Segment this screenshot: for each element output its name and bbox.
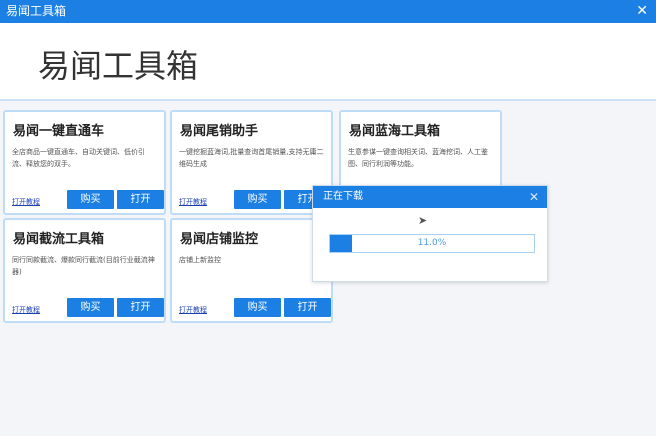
close-icon[interactable]: ✕ [529,186,539,208]
open-button[interactable]: 打开 [117,298,164,317]
open-tutorial-link[interactable]: 打开教程 [12,305,40,315]
title-bar: 易闻工具箱 ✕ [0,0,656,23]
mouse-cursor-icon: ➤ [418,214,428,227]
buy-button[interactable]: 购买 [234,298,281,317]
card-description: 生意参谋一键查询相关词、蓝海挖词、人工鉴图、同行利润等功能。 [348,148,488,168]
card-description: 同行同款截流、爆款同行截流(目前行业截流神器) [12,256,155,276]
card-title: 易闻蓝海工具箱 [349,124,441,139]
tool-card-direct-train: 易闻一键直通车 全店商品一键直通车、自动关键词、低价引流、释放您的双手。 打开教… [3,110,166,215]
card-description: 全店商品一键直通车、自动关键词、低价引流、释放您的双手。 [12,148,145,168]
open-button[interactable]: 打开 [284,298,331,317]
card-description: 店铺上新监控 [179,256,221,264]
open-tutorial-link[interactable]: 打开教程 [12,197,40,207]
buy-button[interactable]: 购买 [67,190,114,209]
buy-button[interactable]: 购买 [67,298,114,317]
card-title: 易闻店铺监控 [180,232,259,247]
header: 易闻工具箱 [0,23,656,101]
tool-card-traffic-intercept: 易闻截流工具箱 同行同款截流、爆款同行截流(目前行业截流神器) 打开教程 购买 … [3,218,166,323]
page-title: 易闻工具箱 [38,47,199,85]
close-icon[interactable]: ✕ [636,0,648,23]
open-button[interactable]: 打开 [117,190,164,209]
buy-button[interactable]: 购买 [234,190,281,209]
open-tutorial-link[interactable]: 打开教程 [179,305,207,315]
tool-card-tail-sales: 易闻尾销助手 一键挖掘蓝海词,批量查询首尾销量,支持无庸二维码生成 打开教程 购… [170,110,333,215]
card-title: 易闻一键直通车 [13,124,105,139]
window-title: 易闻工具箱 [6,4,67,18]
download-dialog: 正在下载 ✕ ➤ 11.0% [312,185,548,282]
card-title: 易闻尾销助手 [180,124,259,139]
progress-text: 11.0% [417,238,447,248]
dialog-title: 正在下载 [313,186,547,208]
card-description: 一键挖掘蓝海词,批量查询首尾销量,支持无庸二维码生成 [179,148,324,168]
open-tutorial-link[interactable]: 打开教程 [179,197,207,207]
download-progress-bar: 11.0% [329,234,535,253]
card-title: 易闻截流工具箱 [13,232,105,247]
tool-card-shop-monitor: 易闻店铺监控 店铺上新监控 打开教程 购买 打开 [170,218,333,323]
